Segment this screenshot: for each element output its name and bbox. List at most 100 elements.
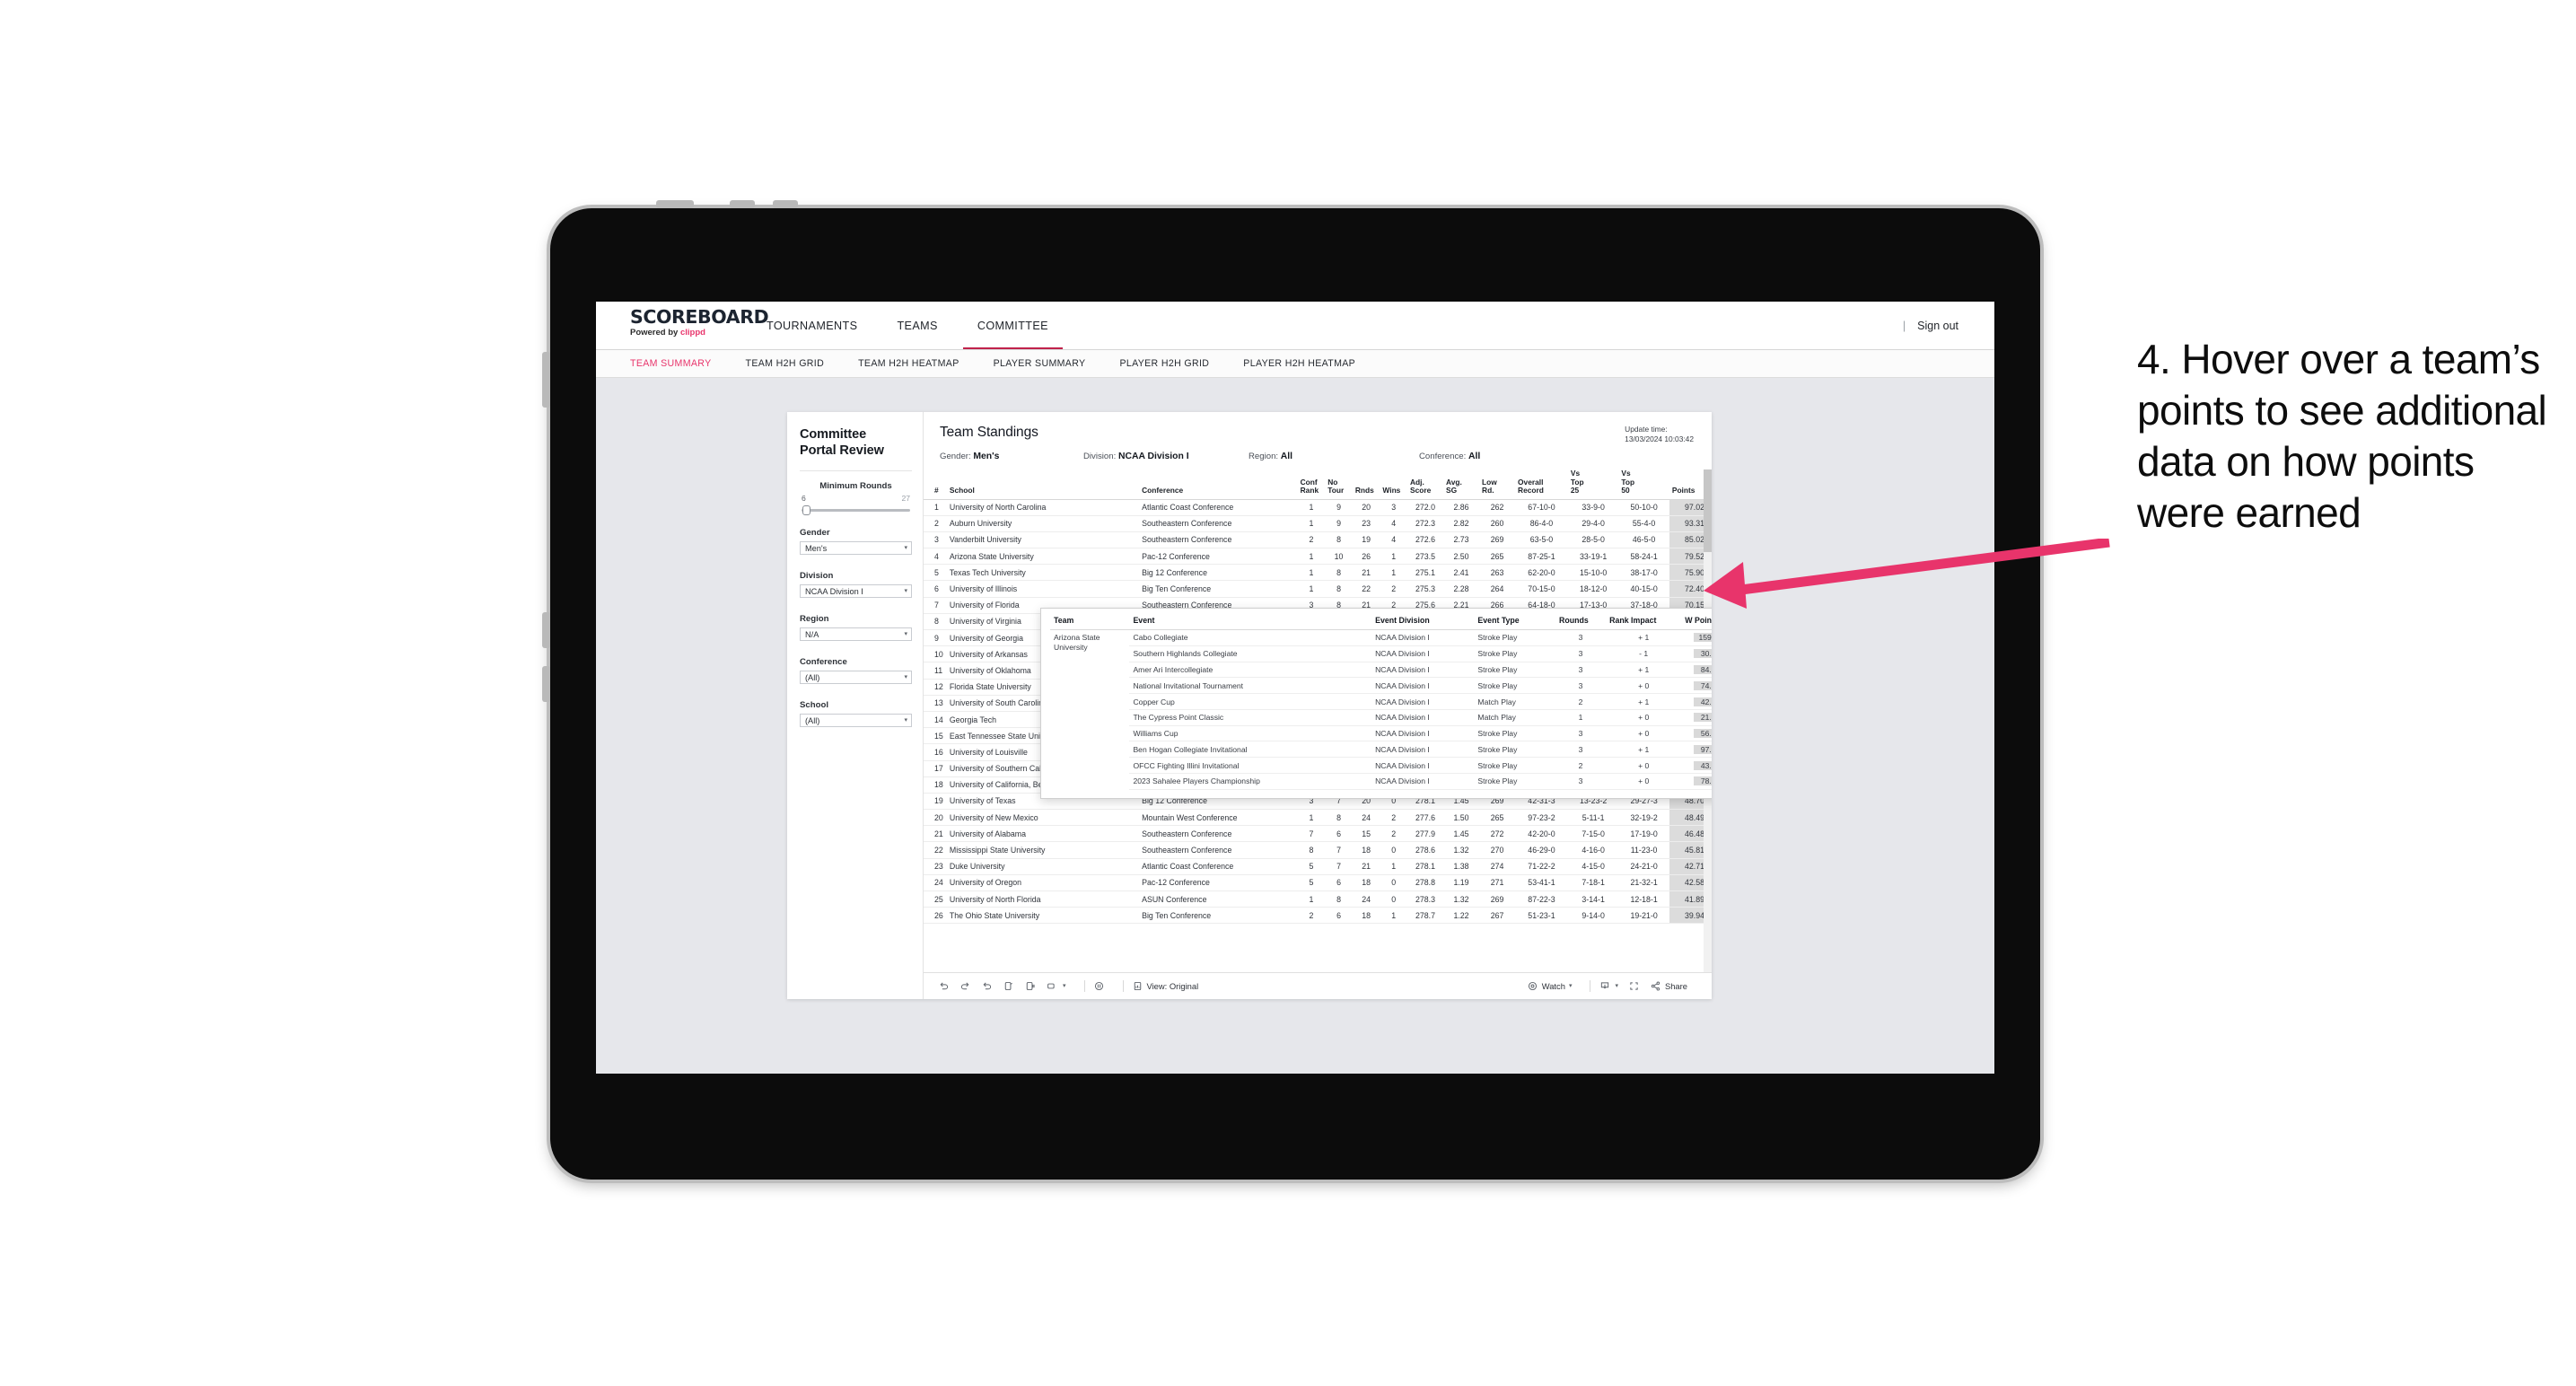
watch-label: Watch bbox=[1541, 981, 1565, 991]
table-row[interactable]: 25 University of North Florida ASUN Confer… bbox=[924, 890, 1712, 908]
cell-conf-rank: 2 bbox=[1297, 531, 1326, 549]
subtab-team-summary[interactable]: TEAM SUMMARY bbox=[630, 358, 712, 369]
cell-: 17 bbox=[924, 760, 947, 777]
cell-rnds: 18 bbox=[1352, 907, 1380, 925]
table-row[interactable]: 3 Vanderbilt University Southeastern Confe… bbox=[924, 531, 1712, 549]
tooltip-cell-event: Ben Hogan Collegiate Invitational bbox=[1129, 741, 1372, 759]
standings-col-adj-score[interactable]: Adj. Score bbox=[1407, 469, 1443, 499]
cell-adj-score: 272.0 bbox=[1407, 499, 1444, 516]
standings-col-no-tour[interactable]: No Tour bbox=[1325, 469, 1353, 499]
filter-sidebar: Committee Portal Review Minimum Rounds 6… bbox=[787, 412, 924, 999]
tooltip-row: Arizona State University Cabo Collegiate N… bbox=[1050, 629, 1712, 652]
nav-tab-tournaments[interactable]: TOURNAMENTS bbox=[747, 302, 877, 349]
standings-col-avg-sg[interactable]: Avg. SG bbox=[1443, 469, 1479, 499]
standings-col-low-rd[interactable]: Low Rd. bbox=[1479, 469, 1515, 499]
redo-button[interactable] bbox=[959, 980, 971, 992]
active-filter-summary: Gender: Men's Division: NCAA Division I … bbox=[940, 452, 1695, 461]
tooltip-cell-rank-impact: + 0 bbox=[1606, 773, 1682, 790]
watch-button[interactable]: Watch ▾ bbox=[1527, 980, 1572, 992]
minimum-rounds-slider[interactable] bbox=[802, 505, 910, 515]
tooltip-row: National Invitational Tournament NCAA Div… bbox=[1050, 677, 1712, 695]
division-filter-select[interactable]: NCAA Division I ▾ bbox=[800, 584, 912, 598]
cell-conference: Southeastern Conference bbox=[1139, 841, 1298, 859]
table-row[interactable]: 2 Auburn University Southeastern Conferenc… bbox=[924, 515, 1712, 532]
subtab-player-h2h-grid[interactable]: PLAYER H2H GRID bbox=[1119, 358, 1209, 369]
device-layout-button[interactable]: ▾ bbox=[1046, 980, 1066, 992]
cell-conf-rank: 5 bbox=[1297, 858, 1326, 875]
fullscreen-button[interactable] bbox=[1628, 980, 1640, 992]
table-row[interactable]: 21 University of Alabama Southeastern Conf… bbox=[924, 825, 1712, 843]
table-row[interactable]: 1 University of North Carolina Atlantic Co… bbox=[924, 499, 1712, 516]
school-filter-select[interactable]: (All) ▾ bbox=[800, 714, 912, 727]
undo-button[interactable] bbox=[938, 980, 950, 992]
cell-no-tour: 8 bbox=[1325, 809, 1353, 827]
table-row[interactable]: 23 Duke University Atlantic Coast Conferen… bbox=[924, 858, 1712, 875]
table-row[interactable]: 20 University of New Mexico Mountain West … bbox=[924, 809, 1712, 827]
gender-filter-select[interactable]: Men's ▾ bbox=[800, 541, 912, 555]
brand-logo[interactable]: SCOREBOARD Powered by clippd bbox=[596, 302, 769, 349]
callout-arrow bbox=[1704, 539, 2110, 609]
pause-button[interactable] bbox=[1093, 980, 1105, 992]
update-time-value: 13/03/2024 10:03:42 bbox=[1625, 434, 1694, 443]
standings-header: Team Standings Update time: 13/03/2024 1… bbox=[924, 412, 1712, 461]
cell-adj-score: 275.3 bbox=[1407, 580, 1444, 598]
tooltip-cell-w-points: 42.73 bbox=[1681, 693, 1712, 710]
standings-col-conference[interactable]: Conference bbox=[1139, 469, 1298, 499]
standings-col-vs-top-50[interactable]: Vs Top 50 bbox=[1618, 469, 1669, 499]
conference-filter-select[interactable]: (All) ▾ bbox=[800, 671, 912, 684]
tooltip-row: Williams Cup NCAA Division I Stroke Play 3 +… bbox=[1050, 725, 1712, 742]
gender-filter-value: Men's bbox=[805, 543, 828, 553]
subtab-player-h2h-heatmap[interactable]: PLAYER H2H HEATMAP bbox=[1243, 358, 1355, 369]
subtab-player-summary[interactable]: PLAYER SUMMARY bbox=[994, 358, 1086, 369]
tooltip-cell-event-type: Stroke Play bbox=[1474, 773, 1556, 790]
nav-tab-committee[interactable]: COMMITTEE bbox=[958, 302, 1068, 349]
region-filter-label: Region bbox=[800, 614, 829, 624]
nav-tab-teams[interactable]: TEAMS bbox=[877, 302, 957, 349]
refresh-button[interactable] bbox=[1003, 980, 1014, 992]
app-screen: SCOREBOARD Powered by clippd TOURNAMENTS… bbox=[596, 302, 1994, 1074]
cell-vs-top-25: 4-15-0 bbox=[1567, 858, 1619, 875]
standings-col-overall-record[interactable]: Overall Record bbox=[1515, 469, 1568, 499]
cell-school: University of New Mexico bbox=[946, 809, 1140, 827]
cell-avg-sg: 1.32 bbox=[1443, 841, 1480, 859]
points-breakdown-tooltip: Team Event Event Division Event Type Rou… bbox=[1040, 608, 1712, 799]
subtab-team-h2h-heatmap[interactable]: TEAM H2H HEATMAP bbox=[858, 358, 959, 369]
table-row[interactable]: 24 University of Oregon Pac-12 Conference 5… bbox=[924, 874, 1712, 892]
cell-wins: 2 bbox=[1380, 809, 1407, 827]
table-row[interactable]: 5 Texas Tech University Big 12 Conference 1… bbox=[924, 564, 1712, 582]
device-volume-up-button bbox=[542, 612, 550, 648]
cell-school: University of North Carolina bbox=[946, 499, 1140, 516]
cell-rnds: 19 bbox=[1352, 531, 1380, 549]
share-button[interactable]: Share bbox=[1650, 980, 1687, 992]
primary-tabs: TOURNAMENTS TEAMS COMMITTEE bbox=[747, 302, 1068, 349]
view-original-button[interactable]: View: Original bbox=[1132, 980, 1198, 992]
tooltip-cell-event-type: Stroke Play bbox=[1474, 662, 1556, 679]
tooltip-col-event: Event bbox=[1133, 616, 1155, 625]
tooltip-row: Southern Highlands Collegiate NCAA Divisi… bbox=[1050, 645, 1712, 662]
subtab-team-h2h-grid[interactable]: TEAM H2H GRID bbox=[746, 358, 825, 369]
tooltip-cell-event-division: NCAA Division I bbox=[1371, 662, 1475, 679]
pause-auto-update-button[interactable] bbox=[1024, 980, 1036, 992]
table-row[interactable]: 22 Mississippi State University Southeaste… bbox=[924, 841, 1712, 859]
revert-button[interactable] bbox=[981, 980, 993, 992]
signout-link[interactable]: Sign out bbox=[1917, 320, 1958, 332]
table-row[interactable]: 4 Arizona State University Pac-12 Conferen… bbox=[924, 548, 1712, 566]
standings-col-vs-top-25[interactable]: Vs Top 25 bbox=[1568, 469, 1618, 499]
tooltip-table-body: Arizona State University Cabo Collegiate N… bbox=[1050, 629, 1712, 790]
cell-: 1 bbox=[924, 499, 947, 516]
minimum-rounds-slider-handle[interactable] bbox=[802, 505, 810, 515]
standings-col-conf-rank[interactable]: Conf Rank bbox=[1298, 469, 1326, 499]
standings-col-[interactable]: # bbox=[924, 469, 947, 499]
table-row[interactable]: 6 University of Illinois Big Ten Conferenc… bbox=[924, 580, 1712, 598]
table-row[interactable]: 26 The Ohio State University Big Ten Confe… bbox=[924, 907, 1712, 925]
cell-: 5 bbox=[924, 564, 947, 582]
device-side-button-1 bbox=[542, 352, 550, 408]
standings-col-rnds[interactable]: Rnds bbox=[1353, 469, 1380, 499]
cell-conference: Atlantic Coast Conference bbox=[1139, 858, 1298, 875]
cell-avg-sg: 1.50 bbox=[1443, 809, 1480, 827]
cell-no-tour: 6 bbox=[1325, 907, 1353, 925]
region-filter-select[interactable]: N/A ▾ bbox=[800, 627, 912, 641]
standings-col-wins[interactable]: Wins bbox=[1380, 469, 1407, 499]
download-button[interactable]: ▾ bbox=[1599, 980, 1618, 992]
standings-col-school[interactable]: School bbox=[947, 469, 1139, 499]
